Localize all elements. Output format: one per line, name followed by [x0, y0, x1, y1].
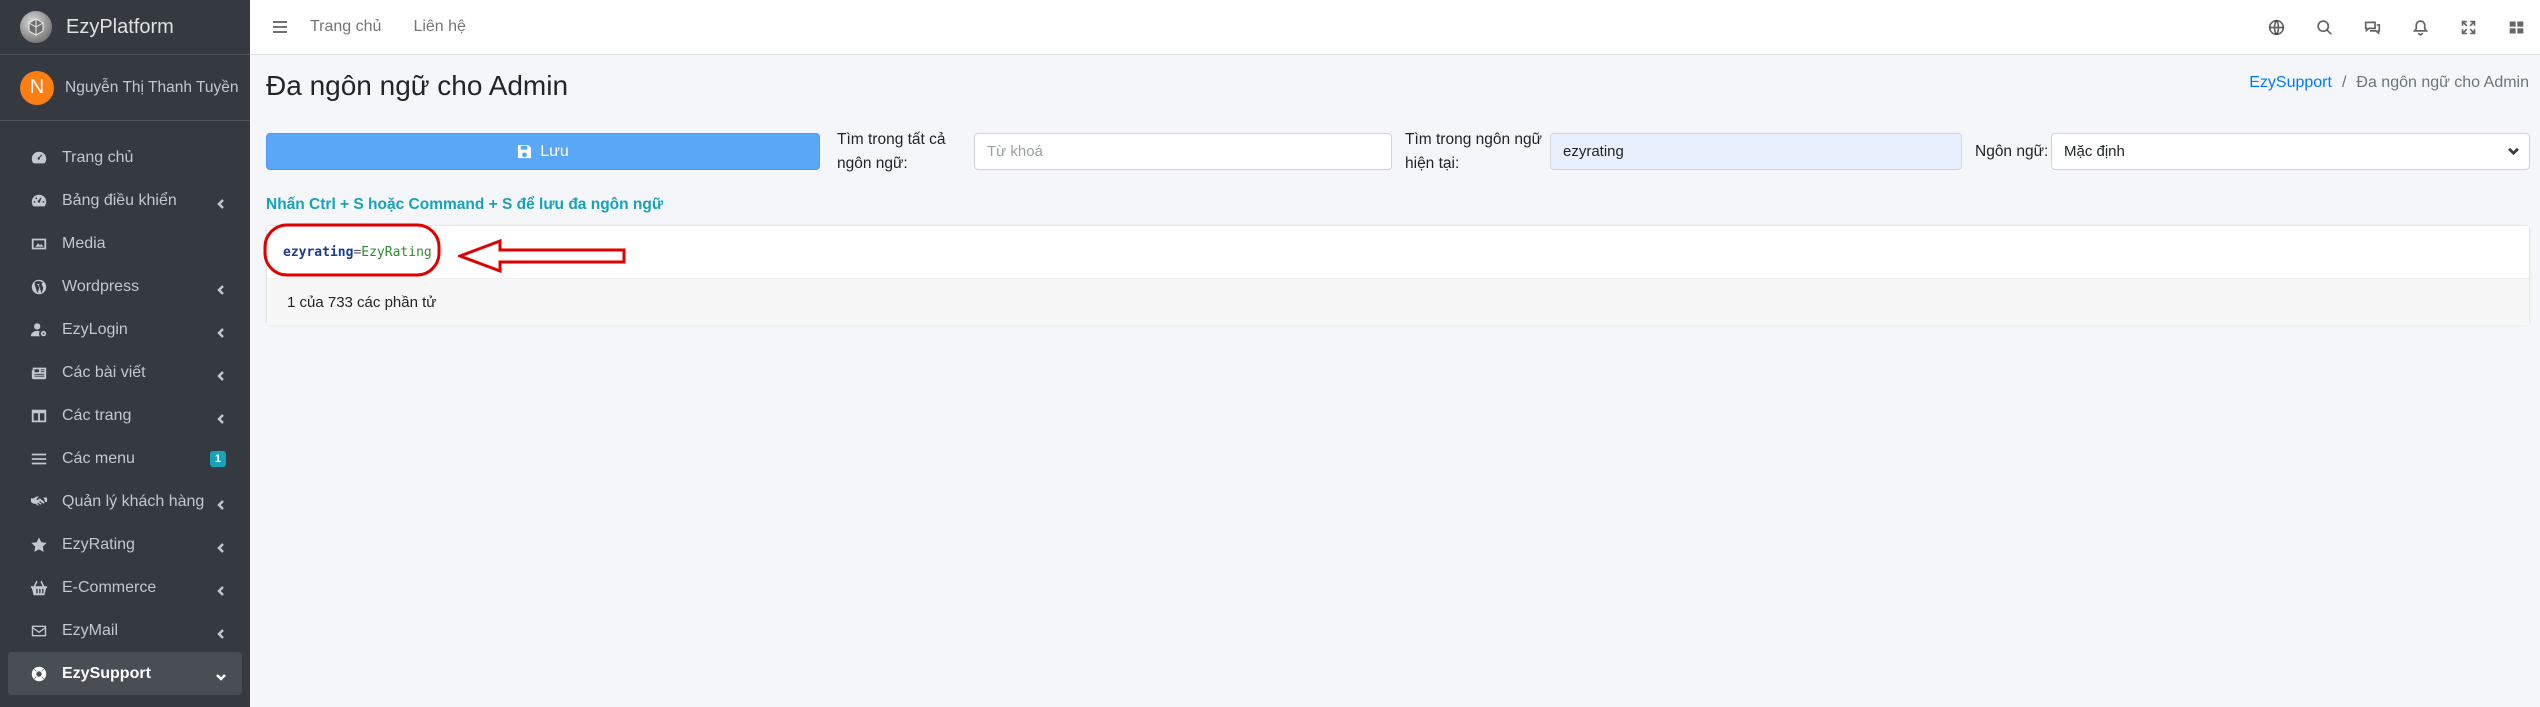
sidebar: EzyPlatform N Nguyễn Thị Thanh Tuyền Tra… — [0, 0, 250, 707]
chevron-down-icon — [216, 669, 226, 681]
sidebar-item-label: Các menu — [62, 449, 135, 467]
sidebar-item-label: Wordpress — [62, 277, 140, 295]
language-label: Ngôn ngữ: — [1975, 143, 2049, 160]
translation-key: ezyrating — [283, 244, 354, 260]
bell-icon[interactable] — [2396, 0, 2444, 55]
save-shortcut-hint: Nhấn Ctrl + S hoặc Command + S để lưu đa… — [266, 196, 664, 213]
user-cog-icon — [28, 321, 50, 339]
handshake-icon — [28, 493, 50, 511]
sidebar-item-label: Các bài viết — [62, 363, 146, 381]
chevron-left-icon — [216, 282, 226, 295]
menu-toggle-icon[interactable] — [250, 19, 310, 35]
save-button-label: Lưu — [540, 142, 569, 160]
chevron-left-icon — [216, 540, 226, 553]
sidebar-item-label: EzySupport — [62, 664, 151, 682]
sidebar-item-label: E-Commerce — [62, 578, 157, 596]
sidebar-item-media[interactable]: Media — [8, 222, 242, 265]
translations-card: ezyrating = EzyRating 1 của 733 các phần t… — [266, 225, 2530, 325]
page-title: Đa ngôn ngữ cho Admin — [266, 70, 569, 101]
search-current-input[interactable]: ezyrating — [1550, 133, 1962, 170]
translation-value[interactable]: EzyRating — [361, 245, 431, 260]
sidebar-item-ezyrating[interactable]: EzyRating — [8, 523, 242, 566]
wordpress-icon — [28, 278, 50, 296]
newspaper-icon — [28, 364, 50, 382]
user-name: Nguyễn Thị Thanh Tuyền — [65, 78, 239, 96]
breadcrumb-link-ezysupport[interactable]: EzySupport — [2249, 74, 2332, 92]
sidebar-item-label: Trang chủ — [62, 148, 134, 166]
translation-equals: = — [353, 244, 362, 260]
envelope-icon — [28, 622, 50, 640]
sidebar-item-cac-bai-viet[interactable]: Các bài viết — [8, 351, 242, 394]
star-icon — [28, 536, 50, 554]
sidebar-item-label: Quản lý khách hàng — [62, 492, 205, 510]
chevron-left-icon — [216, 583, 226, 596]
search-all-label: Tìm trong tất cả ngôn ngữ: — [837, 131, 946, 172]
basket-icon — [28, 579, 50, 597]
sidebar-item-bang-dieu-khien[interactable]: Bảng điều khiển — [8, 179, 242, 222]
sidebar-item-label: Media — [62, 234, 106, 252]
sidebar-nav: Trang chủ Bảng điều khiển Media Wordpres… — [0, 121, 250, 695]
sidebar-item-label: Các trang — [62, 406, 132, 424]
sidebar-item-trang-chu[interactable]: Trang chủ — [8, 136, 242, 179]
sidebar-item-cac-menu[interactable]: Các menu 1 — [8, 437, 242, 480]
sidebar-item-ezysupport[interactable]: EzySupport — [8, 652, 242, 695]
nav-link-contact[interactable]: Liên hệ — [413, 18, 466, 36]
sidebar-item-label: EzyRating — [62, 535, 135, 553]
image-icon — [28, 235, 50, 253]
dashboard-icon — [28, 192, 50, 210]
expand-icon[interactable] — [2444, 0, 2492, 55]
save-button[interactable]: Lưu — [266, 133, 820, 170]
menu-count-badge: 1 — [209, 450, 226, 467]
avatar: N — [20, 70, 54, 105]
search-icon[interactable] — [2300, 0, 2348, 55]
navbar-icons — [2252, 0, 2540, 55]
language-toolbar: Lưu Tìm trong tất cả ngôn ngữ: Từ khoá T… — [266, 128, 2530, 176]
breadcrumb-current: Đa ngôn ngữ cho Admin — [2356, 74, 2529, 91]
chevron-left-icon — [216, 196, 226, 209]
globe-icon[interactable] — [2252, 0, 2300, 55]
pagination-info: 1 của 733 các phần tử — [267, 278, 2529, 325]
columns-icon — [28, 407, 50, 425]
sidebar-item-e-commerce[interactable]: E-Commerce — [8, 566, 242, 609]
search-all-input[interactable]: Từ khoá — [974, 133, 1392, 170]
sidebar-item-ezymail[interactable]: EzyMail — [8, 609, 242, 652]
breadcrumb: EzySupport / Đa ngôn ngữ cho Admin — [2249, 74, 2529, 92]
comments-icon[interactable] — [2348, 0, 2396, 55]
chevron-left-icon — [216, 368, 226, 381]
sidebar-item-wordpress[interactable]: Wordpress — [8, 265, 242, 308]
chevron-left-icon — [216, 497, 226, 510]
language-select-value: Mặc định — [2064, 143, 2125, 160]
life-ring-icon — [28, 665, 50, 683]
sidebar-item-label: Bảng điều khiển — [62, 191, 177, 209]
breadcrumb-separator: / — [2341, 74, 2347, 91]
search-current-label: Tìm trong ngôn ngữ hiện tại: — [1405, 131, 1543, 172]
bars-icon — [28, 450, 50, 468]
tachometer-icon — [28, 149, 50, 167]
brand-link[interactable]: EzyPlatform — [0, 0, 250, 55]
sidebar-item-quan-ly-khach-hang[interactable]: Quản lý khách hàng — [8, 480, 242, 523]
sidebar-item-label: EzyLogin — [62, 320, 128, 338]
sidebar-item-label: EzyMail — [62, 621, 119, 639]
sidebar-item-ezylogin[interactable]: EzyLogin — [8, 308, 242, 351]
brand-name: EzyPlatform — [66, 15, 174, 38]
nav-link-home[interactable]: Trang chủ — [310, 18, 381, 36]
grid-icon[interactable] — [2492, 0, 2540, 55]
save-icon — [518, 144, 532, 159]
chevron-left-icon — [216, 411, 226, 424]
top-navbar: Trang chủ Liên hệ — [250, 0, 2540, 55]
brand-logo-icon — [20, 11, 52, 43]
chevron-left-icon — [216, 626, 226, 639]
chevron-down-icon — [2508, 143, 2519, 160]
language-select[interactable]: Mặc định — [2051, 133, 2530, 170]
translation-entry[interactable]: ezyrating = EzyRating — [267, 226, 2529, 278]
chevron-left-icon — [216, 325, 226, 338]
sidebar-item-cac-trang[interactable]: Các trang — [8, 394, 242, 437]
user-panel[interactable]: N Nguyễn Thị Thanh Tuyền — [0, 55, 250, 121]
